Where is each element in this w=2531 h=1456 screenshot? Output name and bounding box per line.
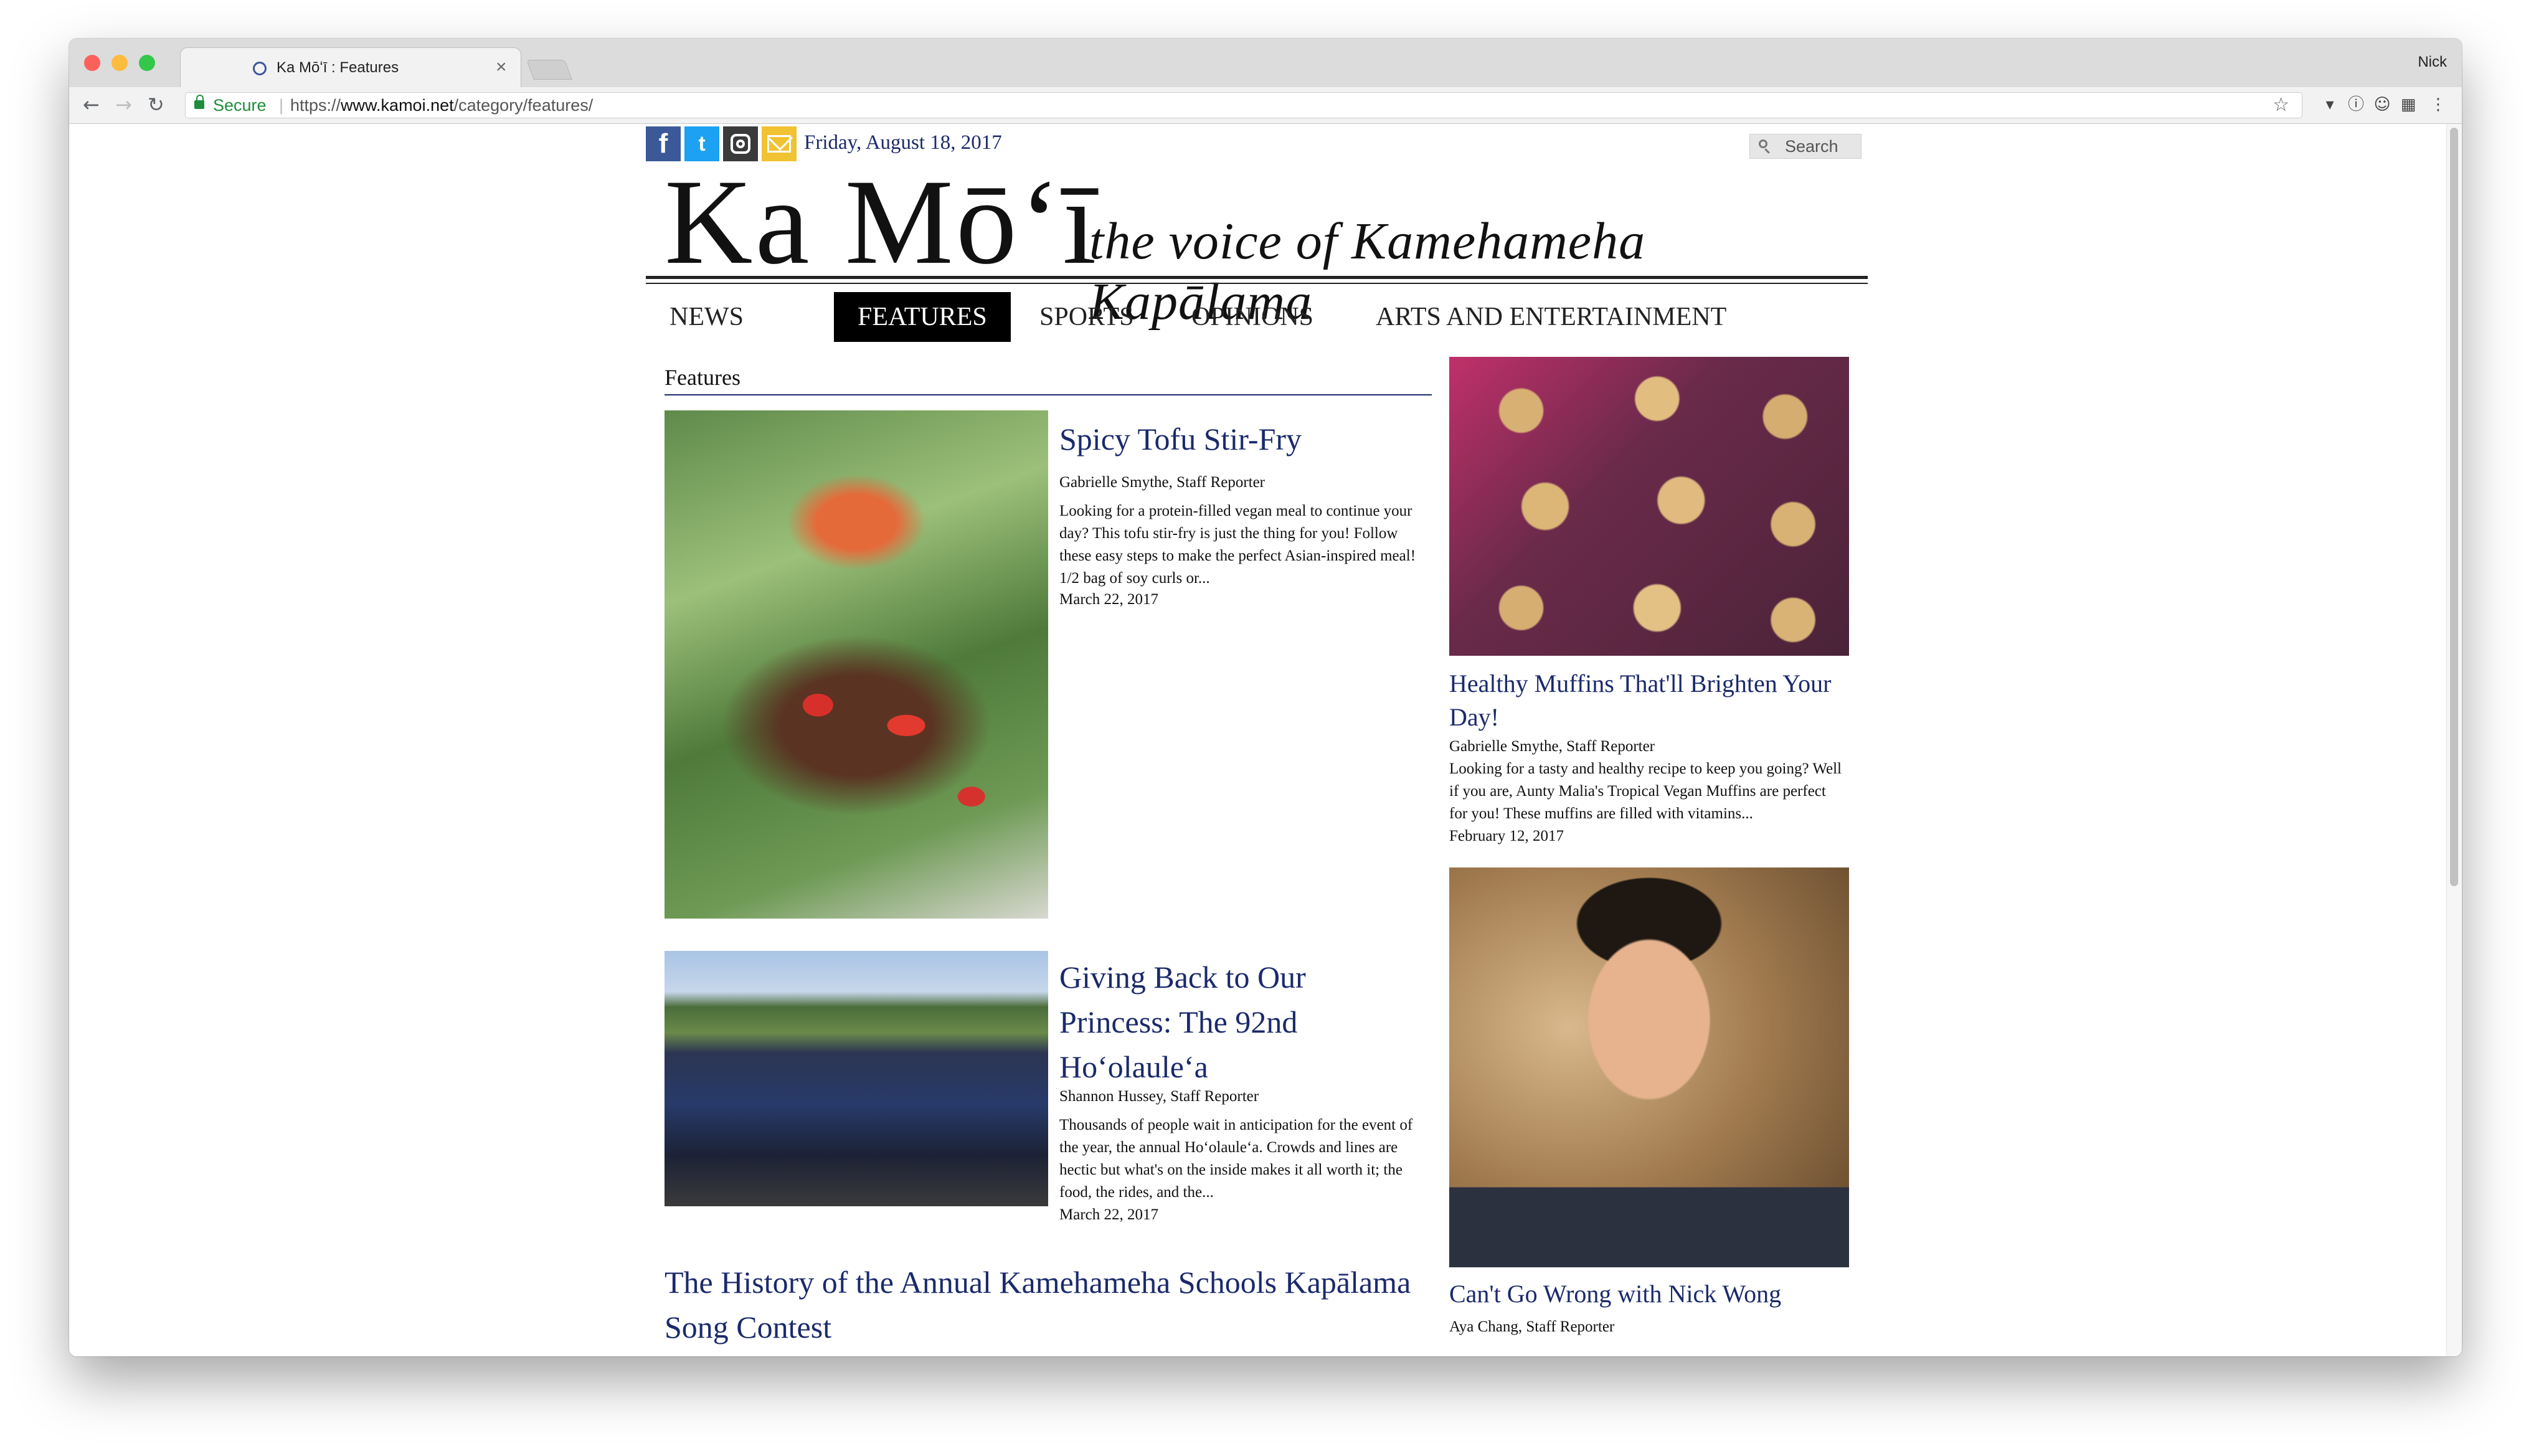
tab-close-icon[interactable]: × [496, 57, 507, 78]
profile-name[interactable]: Nick [2418, 54, 2447, 71]
browser-window: Ka Mōʻī : Features × Nick ← → ↻ Secure |… [69, 39, 2462, 1356]
url-scheme: https:// [290, 96, 341, 115]
site-logo[interactable]: Ka Mōʻī [665, 161, 1099, 283]
article-title[interactable]: The History of the Annual Kamehameha Sch… [665, 1260, 1412, 1350]
masthead-rule-thin [646, 283, 1868, 284]
article-byline[interactable]: Shannon Hussey, Staff Reporter [1059, 1088, 1259, 1105]
search-icon [1759, 139, 1767, 148]
section-rule [665, 394, 1432, 395]
minimize-window-button[interactable] [111, 55, 128, 71]
sidebar-article-title[interactable]: Healthy Muffins That'll Brighten Your Da… [1449, 667, 1848, 734]
browser-toolbar: ← → ↻ Secure | https://www.kamoi.net/cat… [69, 87, 2462, 124]
extension-icon[interactable]: ▦ [2400, 96, 2417, 113]
lock-icon [194, 95, 204, 109]
star-icon[interactable]: ☆ [2273, 93, 2289, 118]
sidebar-article-byline[interactable]: Aya Chang, Staff Reporter [1449, 1318, 1614, 1336]
forward-arrow-icon[interactable]: → [115, 92, 132, 117]
sidebar-article-date: February 12, 2017 [1449, 828, 1564, 844]
section-title: Features [665, 365, 740, 390]
url-text[interactable]: https://www.kamoi.net/category/features/ [290, 93, 593, 118]
article-date: March 22, 2017 [1059, 1206, 1158, 1223]
search-input[interactable]: Search [1749, 134, 1862, 159]
url-separator: | [279, 96, 284, 115]
current-date: Friday, August 18, 2017 [804, 131, 1002, 154]
nav-item-news[interactable]: NEWS [646, 292, 767, 342]
browser-tab-active[interactable]: Ka Mōʻī : Features × [180, 47, 521, 87]
article-title[interactable]: Giving Back to Our Princess: The 92nd Ho… [1059, 955, 1408, 1089]
nav-item-features[interactable]: FEATURES [834, 292, 1011, 342]
article-byline[interactable]: Gabrielle Smythe, Staff Reporter [1059, 474, 1265, 491]
maximize-window-button[interactable] [139, 55, 155, 71]
sidebar-article-excerpt: Looking for a tasty and healthy recipe t… [1449, 760, 1842, 822]
page-viewport: f t Friday, August 18, 2017 Search Ka Mō… [69, 124, 2462, 1356]
menu-dots-icon[interactable]: ⋮ [2429, 96, 2447, 113]
article-excerpt: Thousands of people wait in anticipation… [1059, 1117, 1413, 1201]
nav-item-sports[interactable]: SPORTS [1016, 292, 1158, 342]
url-path: /category/features/ [453, 96, 594, 115]
new-tab-button[interactable] [526, 60, 572, 80]
article-excerpt: Looking for a protein-filled vegan meal … [1059, 503, 1416, 587]
search-placeholder: Search [1785, 137, 1838, 156]
sidebar-thumbnail-muffins[interactable] [1449, 357, 1849, 656]
page-scrollbar[interactable] [2446, 124, 2462, 1356]
article-thumbnail-tofu[interactable] [665, 410, 1048, 919]
secure-label: Secure [213, 96, 267, 115]
reload-icon[interactable]: ↻ [148, 92, 164, 117]
scrollbar-thumb[interactable] [2450, 128, 2458, 886]
back-arrow-icon[interactable]: ← [83, 92, 100, 117]
sidebar-article-title[interactable]: Can't Go Wrong with Nick Wong [1449, 1277, 1848, 1311]
url-host: www.kamoi.net [341, 96, 454, 115]
ghostery-icon[interactable]: ☺ [2373, 96, 2391, 113]
article-thumbnail-hoolaulea[interactable] [665, 951, 1048, 1206]
sidebar-article-byline[interactable]: Gabrielle Smythe, Staff Reporter [1449, 738, 1655, 755]
article-date: March 22, 2017 [1059, 591, 1158, 608]
nav-item-opinions[interactable]: OPINIONS [1168, 292, 1337, 342]
nav-item-arts-and-entertainment[interactable]: ARTS AND ENTERTAINMENT [1352, 292, 1750, 342]
article-title[interactable]: Spicy Tofu Stir-Fry [1059, 417, 1433, 461]
tab-strip: Ka Mōʻī : Features × Nick [69, 39, 2462, 87]
close-window-button[interactable] [84, 55, 100, 71]
site-favicon-icon [253, 62, 267, 75]
address-bar[interactable]: Secure | https://www.kamoi.net/category/… [185, 92, 2302, 118]
pocket-icon[interactable]: ▾ [2321, 96, 2339, 113]
tab-title: Ka Mōʻī : Features [277, 59, 399, 76]
masthead-rule [646, 276, 1868, 279]
info-icon[interactable]: ⓘ [2347, 96, 2365, 113]
sidebar-thumbnail-portrait[interactable] [1449, 867, 1849, 1267]
